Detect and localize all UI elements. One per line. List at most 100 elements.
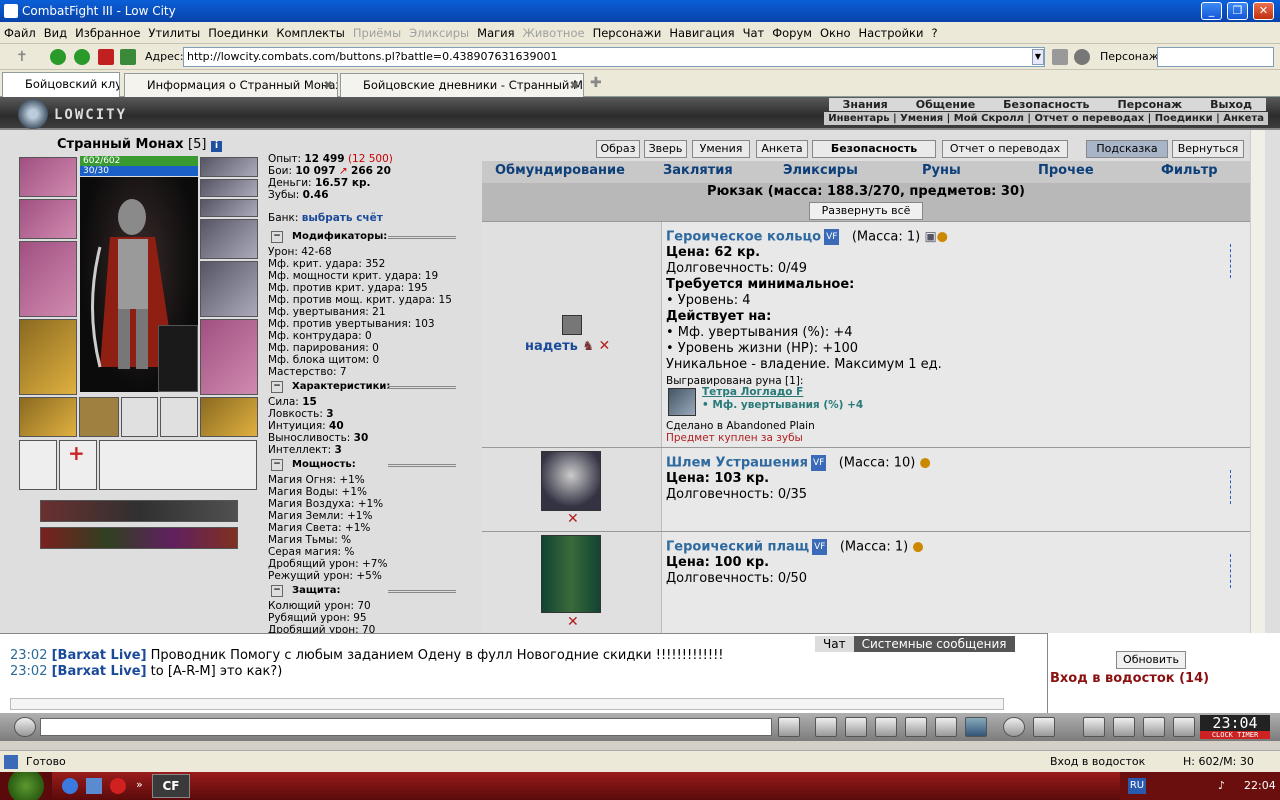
taskbar-app[interactable]: CF [152,774,190,798]
modifiers-header[interactable]: Модификаторы: [268,231,478,243]
bank-link[interactable]: выбрать счёт [302,212,383,224]
action-button[interactable]: Образ [596,140,640,158]
persona-select[interactable] [1157,47,1274,67]
action-button[interactable]: Зверь [644,140,687,158]
ie-icon[interactable] [62,778,78,794]
top-nav-link[interactable]: Безопасность [989,98,1103,111]
spell-slots-empty[interactable] [99,440,257,490]
helmet-slot[interactable] [200,157,258,177]
scroll-indicator-icon[interactable] [1230,244,1240,278]
scroll-indicator-icon[interactable] [1230,554,1240,588]
menu-item[interactable]: Настройки [855,22,928,44]
inventory-tab[interactable]: Руны [922,163,961,178]
stop-icon[interactable]: ✝ [16,49,32,65]
scroll-slot[interactable] [79,397,119,437]
emoji-icon[interactable] [1003,717,1025,737]
new-tab-icon[interactable]: ✚ [590,75,602,91]
menu-item[interactable]: Поединки [204,22,272,44]
spell-slot[interactable] [19,440,57,490]
earrings-slot[interactable] [200,179,258,197]
top-nav-link[interactable]: Знания [829,98,902,111]
rune-name[interactable]: Тетра Логладо F [702,386,803,398]
chat-input[interactable] [40,718,772,736]
defense-header[interactable]: Защита: [268,585,478,597]
minimize-button[interactable]: _ [1201,2,1222,20]
top-nav-link[interactable]: Выход [1196,98,1266,111]
filter-icon[interactable] [845,717,867,737]
clear-icon[interactable] [1052,49,1068,65]
smiley-menu-icon[interactable] [14,717,36,737]
bag-icon[interactable] [1083,717,1105,737]
amulet-slot[interactable] [19,157,77,197]
shield-slot[interactable] [200,261,258,317]
close-tab-icon[interactable]: ✖ [569,74,579,96]
close-tab-icon[interactable]: ✖ [323,74,333,96]
send-icon[interactable] [778,717,800,737]
action-button[interactable]: Подсказка [1086,140,1168,158]
tab-fight-club[interactable]: Бойцовский клуб [2,72,120,97]
screen-icon[interactable] [875,717,897,737]
chat-nick[interactable]: [Barxat Live] [52,664,147,679]
close-button[interactable]: ✕ [1253,2,1274,20]
belt-slot[interactable] [19,397,77,437]
weapon-slot[interactable] [19,241,77,317]
rune-slot[interactable] [160,397,198,437]
chat-hscrollbar[interactable] [10,698,1004,710]
inventory-tab[interactable]: Эликсиры [783,163,858,178]
inventory-tab[interactable]: Фильтр [1161,163,1218,178]
menu-item[interactable]: Комплекты [272,22,349,44]
top-nav-link[interactable]: Общение [902,98,989,111]
desktop-icon[interactable] [86,778,102,794]
home-icon[interactable] [1143,717,1165,737]
refresh-icon[interactable] [120,49,136,65]
action-button[interactable]: Отчет о переводах [942,140,1068,158]
delete-icon[interactable]: ✕ [567,614,579,630]
menu-item[interactable]: Магия [473,22,518,44]
address-dropdown[interactable]: ▼ [1032,49,1044,65]
delete-icon[interactable]: ✕ [567,511,579,527]
tab-chat[interactable]: Чат [815,636,854,652]
menu-item[interactable]: Избранное [71,22,144,44]
fight-icon[interactable] [905,717,927,737]
tab-diaries[interactable]: Бойцовские дневники - Странный М... ✖ [340,73,584,97]
tab-info[interactable]: Информация о Странный Монах ✖ [124,73,338,97]
overflow-icon[interactable]: » [136,778,143,791]
music-icon[interactable] [965,717,987,737]
exit-icon[interactable] [1173,717,1195,737]
chat-nick[interactable]: [Barxat Live] [52,648,147,663]
start-button[interactable] [0,772,52,800]
sub-nav[interactable]: Инвентарь | Умения | Мой Скролл | Отчет … [824,112,1268,125]
inventory-tab[interactable]: Прочее [1038,163,1094,178]
expand-all-button[interactable]: Развернуть всё [808,202,924,220]
eraser-icon[interactable] [815,717,837,737]
item-name[interactable]: Героический плащ [666,540,809,555]
menu-item[interactable]: ? [927,22,941,44]
back-icon[interactable] [50,49,66,65]
menu-item[interactable]: Навигация [665,22,738,44]
inventory-tab[interactable]: Заклятия [663,163,733,178]
refresh-button[interactable]: Обновить [1116,651,1186,669]
scroll-indicator-icon[interactable] [1230,470,1240,504]
opera-icon[interactable] [110,778,126,794]
menu-item[interactable]: Окно [816,22,855,44]
menu-item[interactable]: Утилиты [144,22,204,44]
skills-row-1[interactable] [40,500,238,522]
top-nav-link[interactable]: Персонаж [1104,98,1197,111]
legs-slot[interactable] [200,319,258,395]
action-button[interactable]: Вернуться [1172,140,1244,158]
location-entry[interactable]: Вход в водосток (14) [1050,671,1209,686]
action-button[interactable]: Анкета [756,140,808,158]
chat-log-icon[interactable] [1033,717,1055,737]
skills-icon[interactable] [1113,717,1135,737]
menu-item[interactable]: Вид [40,22,71,44]
equip-link[interactable]: надеть ♞ ✕ [525,338,610,354]
inventory-scrollbar[interactable] [1250,130,1265,633]
spell-slot[interactable]: + [59,440,97,490]
item-name[interactable]: Героическое кольцо [666,230,821,245]
powers-header[interactable]: Мощность: [268,459,478,471]
tab-system-messages[interactable]: Системные сообщения [853,636,1015,652]
menu-item[interactable]: Форум [768,22,816,44]
armor-slot[interactable] [19,319,77,395]
info-icon[interactable]: i [211,141,222,152]
address-input[interactable]: http://lowcity.combats.com/buttons.pl?ba… [183,47,1045,67]
